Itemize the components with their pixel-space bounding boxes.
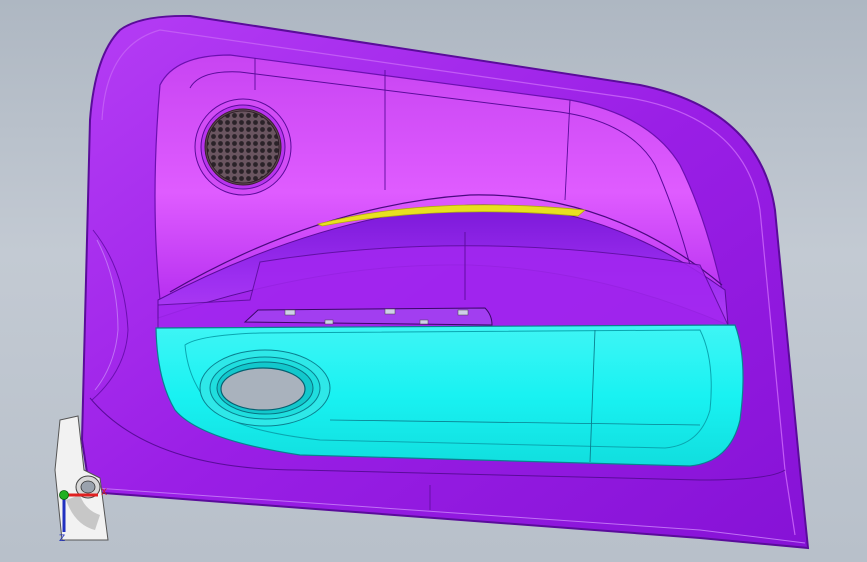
speaker-grille[interactable] [206, 110, 280, 184]
axis-x-label: X [101, 488, 108, 498]
axis-z-label: Z [59, 534, 66, 544]
bracket-strip [243, 307, 493, 326]
mount-bracket-hole-inner [80, 480, 96, 494]
clip-1 [284, 309, 296, 316]
clip-3 [457, 309, 469, 316]
clip-2 [384, 308, 396, 315]
door-trim-model[interactable] [0, 0, 867, 562]
clip-5 [419, 319, 429, 325]
cad-viewport[interactable]: X Z [0, 0, 867, 562]
clip-4 [324, 319, 334, 325]
axis-y-dot [59, 490, 69, 500]
pocket-opening[interactable] [220, 367, 306, 411]
